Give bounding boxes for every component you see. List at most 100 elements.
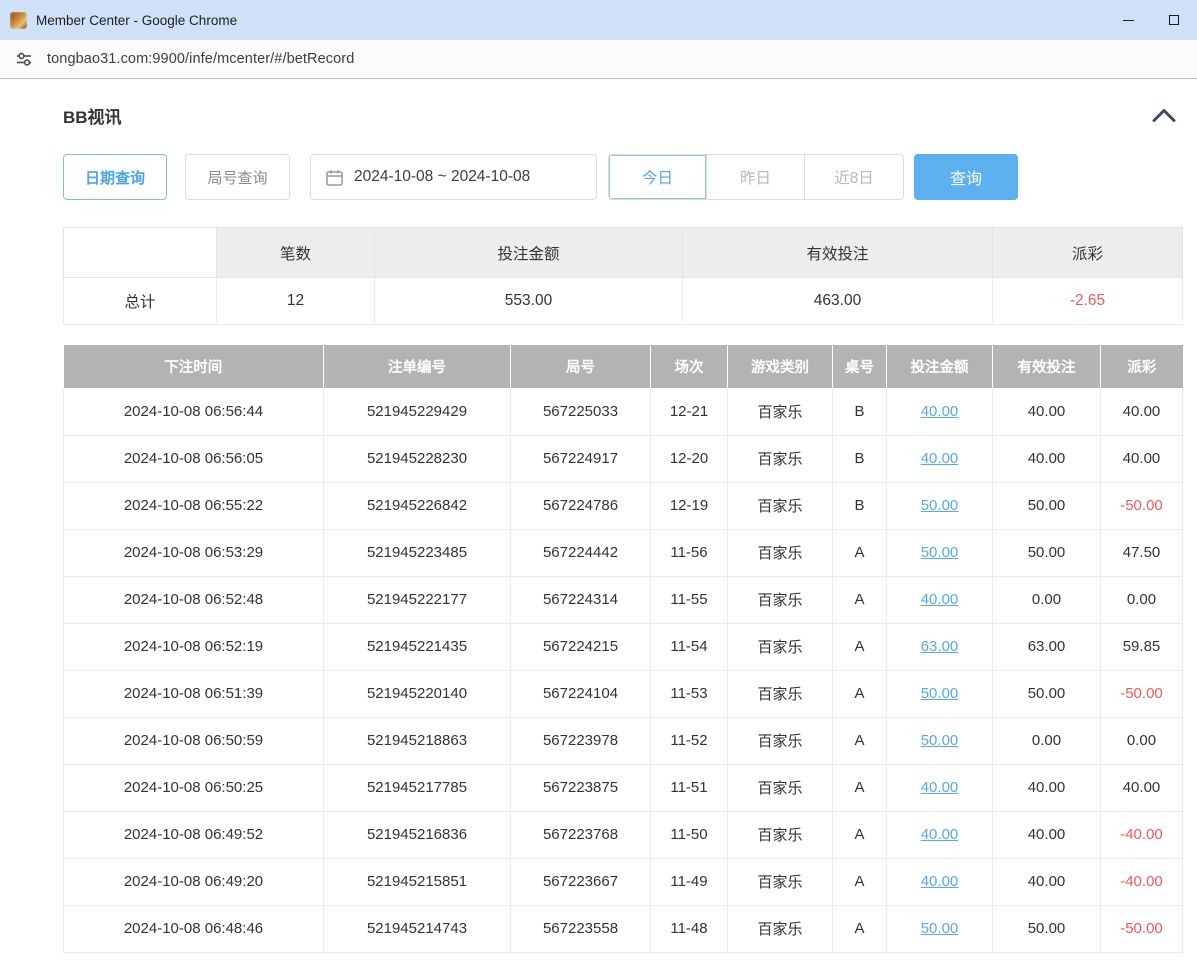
cell-payout: 40.00	[1101, 388, 1183, 435]
bet-amount-link[interactable]: 40.00	[921, 403, 959, 420]
cell-session: 12-20	[651, 435, 728, 482]
summary-bet-amount-value: 553.00	[375, 278, 683, 325]
cell-payout: -50.00	[1101, 905, 1183, 952]
summary-header-blank	[64, 228, 217, 278]
cell-session: 11-51	[651, 764, 728, 811]
cell-session: 11-50	[651, 811, 728, 858]
cell-game: 百家乐	[728, 905, 833, 952]
cell-order-no: 521945221435	[324, 623, 511, 670]
cell-valid: 40.00	[993, 435, 1101, 482]
cell-session: 11-48	[651, 905, 728, 952]
bet-amount-link[interactable]: 50.00	[921, 685, 959, 702]
cell-table-no: A	[833, 764, 887, 811]
table-row: 2024-10-08 06:51:39521945220140567224104…	[64, 670, 1183, 717]
date-range-picker[interactable]: 2024-10-08 ~ 2024-10-08	[310, 154, 597, 200]
bet-amount-link[interactable]: 40.00	[921, 591, 959, 608]
table-row: 2024-10-08 06:52:19521945221435567224215…	[64, 623, 1183, 670]
minimize-button[interactable]	[1105, 0, 1151, 40]
cell-time: 2024-10-08 06:49:52	[64, 811, 324, 858]
cell-table-no: A	[833, 529, 887, 576]
header-payout: 派彩	[1101, 345, 1183, 388]
address-bar[interactable]: tongbao31.com:9900/infe/mcenter/#/betRec…	[0, 40, 1197, 79]
cell-payout: 0.00	[1101, 576, 1183, 623]
cell-round-no: 567224215	[511, 623, 651, 670]
date-query-button[interactable]: 日期查询	[63, 154, 167, 200]
cell-game: 百家乐	[728, 576, 833, 623]
cell-valid: 40.00	[993, 811, 1101, 858]
quick-tab-today[interactable]: 今日	[609, 155, 707, 199]
bet-amount-link[interactable]: 40.00	[921, 450, 959, 467]
bet-amount-link[interactable]: 50.00	[921, 497, 959, 514]
cell-order-no: 521945223485	[324, 529, 511, 576]
cell-amount: 63.00	[887, 623, 993, 670]
header-bet-time: 下注时间	[64, 345, 324, 388]
cell-table-no: A	[833, 576, 887, 623]
cell-round-no: 567223875	[511, 764, 651, 811]
summary-header-row: 笔数 投注金额 有效投注 派彩	[64, 228, 1183, 278]
header-order-no: 注单编号	[324, 345, 511, 388]
cell-round-no: 567225033	[511, 388, 651, 435]
bet-amount-link[interactable]: 50.00	[921, 544, 959, 561]
cell-table-no: B	[833, 435, 887, 482]
cell-time: 2024-10-08 06:49:20	[64, 858, 324, 905]
summary-total-row: 总计 12 553.00 463.00 -2.65	[64, 278, 1183, 325]
cell-table-no: A	[833, 670, 887, 717]
bet-amount-link[interactable]: 40.00	[921, 826, 959, 843]
url-text[interactable]: tongbao31.com:9900/infe/mcenter/#/betRec…	[47, 51, 354, 67]
cell-payout: 40.00	[1101, 764, 1183, 811]
cell-valid: 40.00	[993, 388, 1101, 435]
bet-table-header-row: 下注时间 注单编号 局号 场次 游戏类别 桌号 投注金额 有效投注 派彩	[64, 345, 1183, 388]
filter-row: 日期查询 局号查询 2024-10-08 ~ 2024-10-08 今日 昨日 …	[63, 154, 1182, 200]
cell-order-no: 521945229429	[324, 388, 511, 435]
cell-amount: 40.00	[887, 764, 993, 811]
bet-table-body: 2024-10-08 06:56:44521945229429567225033…	[64, 388, 1183, 952]
cell-amount: 50.00	[887, 482, 993, 529]
cell-round-no: 567223667	[511, 858, 651, 905]
cell-payout: -40.00	[1101, 811, 1183, 858]
quick-range-group: 今日 昨日 近8日	[608, 154, 904, 200]
cell-order-no: 521945214743	[324, 905, 511, 952]
cell-game: 百家乐	[728, 858, 833, 905]
cell-table-no: B	[833, 388, 887, 435]
header-game-type: 游戏类别	[728, 345, 833, 388]
cell-game: 百家乐	[728, 670, 833, 717]
quick-tab-last8days[interactable]: 近8日	[805, 155, 903, 199]
cell-time: 2024-10-08 06:52:48	[64, 576, 324, 623]
cell-game: 百家乐	[728, 623, 833, 670]
cell-session: 11-52	[651, 717, 728, 764]
bet-amount-link[interactable]: 40.00	[921, 873, 959, 890]
cell-amount: 50.00	[887, 670, 993, 717]
maximize-button[interactable]	[1151, 0, 1197, 40]
maximize-icon	[1169, 15, 1179, 25]
cell-game: 百家乐	[728, 529, 833, 576]
minimize-icon	[1123, 20, 1134, 21]
round-query-button[interactable]: 局号查询	[185, 154, 290, 200]
bet-amount-link[interactable]: 50.00	[921, 732, 959, 749]
cell-table-no: A	[833, 811, 887, 858]
section-header: BB视讯	[63, 103, 1182, 128]
bet-amount-link[interactable]: 40.00	[921, 779, 959, 796]
collapse-button[interactable]	[1146, 107, 1182, 124]
table-row: 2024-10-08 06:49:52521945216836567223768…	[64, 811, 1183, 858]
cell-time: 2024-10-08 06:52:19	[64, 623, 324, 670]
cell-payout: -50.00	[1101, 670, 1183, 717]
cell-game: 百家乐	[728, 811, 833, 858]
site-settings-icon[interactable]	[14, 49, 34, 69]
bet-amount-link[interactable]: 50.00	[921, 920, 959, 937]
table-row: 2024-10-08 06:53:29521945223485567224442…	[64, 529, 1183, 576]
cell-table-no: A	[833, 623, 887, 670]
quick-tab-yesterday[interactable]: 昨日	[707, 155, 805, 199]
cell-valid: 40.00	[993, 858, 1101, 905]
cell-valid: 40.00	[993, 764, 1101, 811]
search-button[interactable]: 查询	[914, 154, 1018, 200]
cell-game: 百家乐	[728, 764, 833, 811]
table-row: 2024-10-08 06:49:20521945215851567223667…	[64, 858, 1183, 905]
cell-valid: 0.00	[993, 717, 1101, 764]
summary-header-count: 笔数	[217, 228, 375, 278]
header-valid-bet: 有效投注	[993, 345, 1101, 388]
page-title: BB视讯	[63, 103, 122, 128]
calendar-icon	[326, 169, 343, 186]
cell-game: 百家乐	[728, 482, 833, 529]
cell-amount: 40.00	[887, 388, 993, 435]
bet-amount-link[interactable]: 63.00	[921, 638, 959, 655]
